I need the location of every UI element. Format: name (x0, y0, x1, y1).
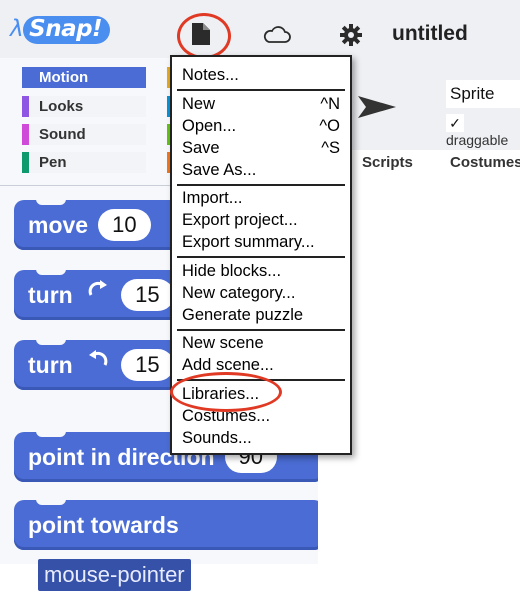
menu-item-export-project-label: Export project... (182, 211, 298, 229)
menu-separator (177, 329, 345, 331)
file-menu: Notes... New ^N Open... ^O Save ^S Save As.… (170, 55, 352, 455)
sprite-name-field[interactable]: Sprite (446, 80, 520, 108)
menu-item-new-shortcut: ^N (320, 95, 340, 113)
menu-item-libraries-label: Libraries... (182, 385, 260, 403)
category-pen[interactable]: Pen (22, 152, 146, 173)
menu-item-import[interactable]: Import... (182, 187, 340, 209)
menu-item-new[interactable]: New ^N (182, 93, 340, 115)
menu-item-add-scene-label: Add scene... (182, 356, 274, 374)
menu-item-new-category[interactable]: New category... (182, 282, 340, 304)
draggable-option[interactable]: ✓draggable (446, 114, 520, 148)
category-sound[interactable]: Sound (22, 124, 146, 145)
category-looks[interactable]: Looks (22, 96, 146, 117)
logo-text: Snap! (23, 16, 111, 44)
menu-item-export-summary-label: Export summary... (182, 233, 315, 251)
menu-item-open-label: Open... (182, 117, 237, 135)
menu-item-new-scene[interactable]: New scene (182, 332, 340, 354)
turn-clockwise-label: turn (28, 282, 73, 308)
menu-item-save-label: Save (182, 139, 220, 157)
menu-item-costumes-label: Costumes... (182, 407, 271, 425)
turn-counterclockwise-degrees-input[interactable]: 15 (121, 348, 174, 381)
sprite-thumbnail-arrow-icon (358, 96, 398, 123)
move-block-label: move (28, 212, 89, 238)
turn-counterclockwise-label: turn (28, 352, 73, 378)
menu-separator (177, 379, 345, 381)
menu-item-new-scene-label: New scene (182, 334, 264, 352)
menu-item-generate-puzzle[interactable]: Generate puzzle (182, 304, 340, 326)
turn-clockwise-degrees-input[interactable]: 15 (121, 278, 174, 311)
block-notch (36, 339, 66, 345)
category-motion-label: Motion (39, 69, 89, 86)
tab-scripts[interactable]: Scripts (362, 154, 413, 171)
menu-item-libraries[interactable]: Libraries... (182, 383, 340, 405)
menu-item-sounds[interactable]: Sounds... (182, 427, 340, 449)
menu-item-import-label: Import... (182, 189, 243, 207)
menu-item-save-shortcut: ^S (321, 139, 340, 157)
menu-item-open[interactable]: Open... ^O (182, 115, 340, 137)
block-notch (36, 199, 66, 205)
category-looks-label: Looks (39, 98, 84, 115)
menu-item-costumes[interactable]: Costumes... (182, 405, 340, 427)
rotate-counterclockwise-icon (85, 340, 111, 390)
lambda-logo-icon: λ (10, 16, 24, 42)
top-bar: λ Snap! untitled (0, 0, 520, 58)
move-block[interactable]: move 10 (14, 199, 194, 250)
menu-item-export-project[interactable]: Export project... (182, 209, 340, 231)
menu-item-save-as-label: Save As... (182, 161, 257, 179)
category-pen-label: Pen (39, 154, 67, 171)
menu-separator (177, 184, 345, 186)
menu-item-generate-puzzle-label: Generate puzzle (182, 306, 304, 324)
menu-item-save-as[interactable]: Save As... (182, 159, 340, 181)
menu-item-sounds-label: Sounds... (182, 429, 252, 447)
turn-counterclockwise-block[interactable]: turn 15 (14, 339, 194, 390)
menu-item-new-label: New (182, 95, 216, 113)
block-notch (36, 431, 66, 437)
draggable-checkbox[interactable]: ✓ (446, 114, 464, 132)
menu-item-notes-label: Notes... (182, 66, 239, 84)
pen-swatch (22, 152, 29, 173)
point-towards-label: point towards (28, 512, 179, 538)
block-notch (36, 499, 66, 505)
menu-item-save[interactable]: Save ^S (182, 137, 340, 159)
tab-costumes[interactable]: Costumes (450, 154, 520, 171)
cloud-icon[interactable] (262, 26, 292, 49)
category-motion[interactable]: Motion (22, 67, 146, 88)
menu-item-hide-blocks[interactable]: Hide blocks... (182, 260, 340, 282)
menu-item-new-category-label: New category... (182, 284, 296, 302)
menu-item-notes[interactable]: Notes... (182, 64, 340, 86)
turn-clockwise-block[interactable]: turn 15 (14, 269, 194, 320)
file-icon[interactable] (192, 23, 210, 50)
menu-separator (177, 256, 345, 258)
sound-swatch (22, 124, 29, 145)
rotate-clockwise-icon (85, 270, 111, 320)
menu-item-hide-blocks-label: Hide blocks... (182, 262, 282, 280)
project-title: untitled (392, 22, 468, 45)
menu-item-add-scene[interactable]: Add scene... (182, 354, 340, 376)
looks-swatch (22, 96, 29, 117)
category-sound-label: Sound (39, 126, 86, 143)
draggable-label: draggable (446, 132, 509, 148)
point-towards-block[interactable]: point towardsmouse-pointer (14, 499, 324, 591)
snap-logo[interactable]: λ Snap! (10, 16, 111, 48)
block-notch (36, 269, 66, 275)
menu-item-open-shortcut: ^O (319, 117, 340, 135)
menu-item-export-summary[interactable]: Export summary... (182, 231, 340, 253)
menu-separator (177, 89, 345, 91)
gear-icon[interactable] (340, 24, 362, 51)
move-steps-input[interactable]: 10 (98, 208, 151, 241)
